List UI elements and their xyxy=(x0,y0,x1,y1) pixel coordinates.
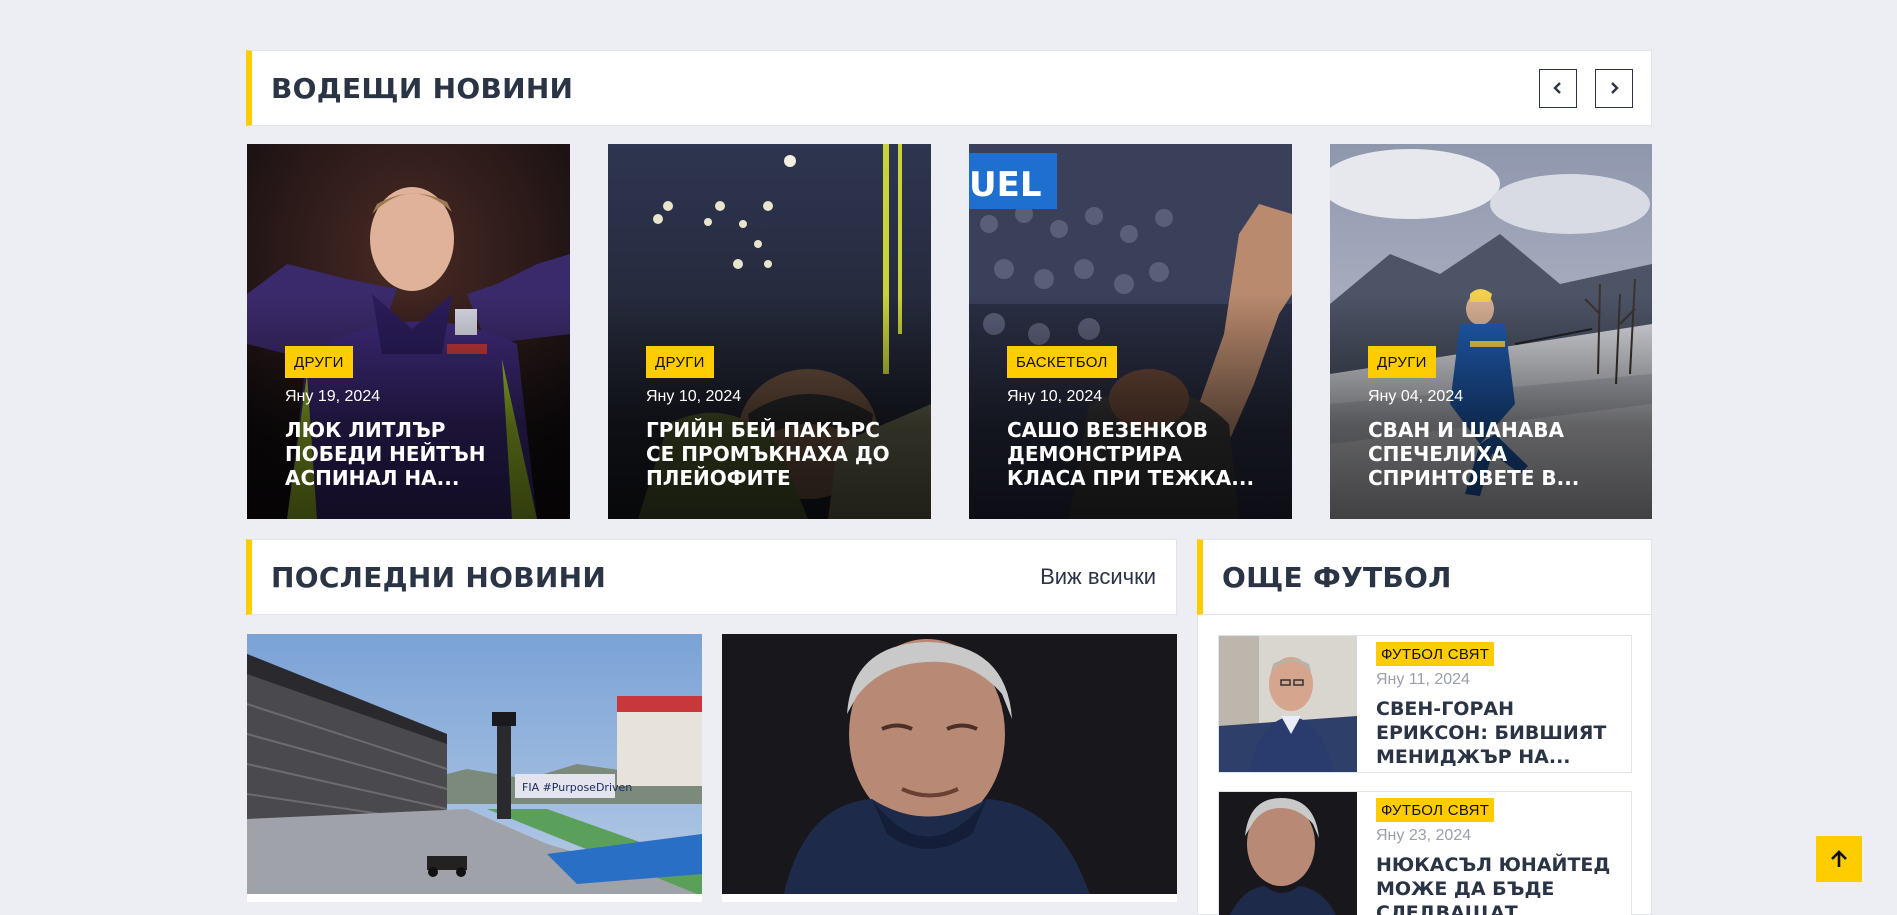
lead-card[interactable]: ДРУГИ Яну 19, 2024 ЛЮК ЛИТЛЪР ПОБЕДИ НЕЙ… xyxy=(247,144,570,519)
article-date: Яну 11, 2024 xyxy=(1376,671,1470,688)
carousel-nav xyxy=(1539,68,1633,108)
article-title[interactable]: ЛЮК ЛИТЛЪР ПОБЕДИ НЕЙТЪН АСПИНАЛ НА... xyxy=(285,418,544,490)
latest-card-body xyxy=(247,894,702,902)
article-date: Яну 10, 2024 xyxy=(646,388,742,405)
category-badge[interactable]: ФУТБОЛ СВЯТ xyxy=(1376,798,1495,822)
side-article[interactable]: ФУТБОЛ СВЯТ Яну 23, 2024 НЮКАСЪЛ ЮНАЙТЕД… xyxy=(1218,791,1632,915)
category-badge[interactable]: ФУТБОЛ СВЯТ xyxy=(1376,642,1495,666)
side-article-info: ФУТБОЛ СВЯТ Яну 11, 2024 СВЕН-ГОРАН ЕРИК… xyxy=(1376,642,1621,769)
view-all-link[interactable]: Виж всички xyxy=(1040,564,1156,590)
lead-card-meta: ДРУГИ Яну 10, 2024 ГРИЙН БЕЙ ПАКЪРС СЕ П… xyxy=(646,346,905,490)
lead-card-meta: БАСКЕТБОЛ Яну 10, 2024 САШО ВЕЗЕНКОВ ДЕМ… xyxy=(1007,346,1266,490)
lead-card[interactable]: ДРУГИ Яну 04, 2024 СВАН И ШАНАВА СПЕЧЕЛИ… xyxy=(1330,144,1652,519)
svg-text:FIA #PurposeDriven: FIA #PurposeDriven xyxy=(522,781,632,794)
category-badge[interactable]: ДРУГИ xyxy=(646,346,714,378)
latest-news-header: ПОСЛЕДНИ НОВИНИ Виж всички xyxy=(246,539,1177,615)
chevron-right-icon xyxy=(1611,82,1619,94)
latest-card-body xyxy=(722,894,1177,902)
category-badge[interactable]: ДРУГИ xyxy=(1368,346,1436,378)
carousel-prev-button[interactable] xyxy=(1539,68,1577,108)
latest-article-image[interactable] xyxy=(722,634,1177,902)
article-title[interactable]: СВАН И ШАНАВА СПЕЧЕЛИХА СПРИНТОВЕТЕ В... xyxy=(1368,418,1626,490)
back-to-top-button[interactable] xyxy=(1816,836,1862,882)
article-date: Яну 19, 2024 xyxy=(285,388,381,405)
side-article-thumb xyxy=(1219,792,1357,915)
lead-news-header: ВОДЕЩИ НОВИНИ xyxy=(246,50,1652,126)
latest-news-title: ПОСЛЕДНИ НОВИНИ xyxy=(271,560,607,594)
chevron-left-icon xyxy=(1553,82,1561,94)
more-football-title: ОЩЕ ФУТБОЛ xyxy=(1222,560,1452,594)
article-title[interactable]: ГРИЙН БЕЙ ПАКЪРС СЕ ПРОМЪКНАХА ДО ПЛЕЙОФ… xyxy=(646,418,905,490)
article-title[interactable]: СВЕН-ГОРАН ЕРИКСОН: БИВШИЯТ МЕНИДЖЪР НА.… xyxy=(1376,697,1621,769)
article-title[interactable]: НЮКАСЪЛ ЮНАЙТЕД МОЖЕ ДА БЪДЕ СЛЕДВАЩАТ..… xyxy=(1376,853,1621,915)
more-football-header: ОЩЕ ФУТБОЛ xyxy=(1197,539,1652,615)
lead-card-meta: ДРУГИ Яну 04, 2024 СВАН И ШАНАВА СПЕЧЕЛИ… xyxy=(1368,346,1626,490)
article-date: Яну 23, 2024 xyxy=(1376,827,1472,844)
lead-news-title: ВОДЕЩИ НОВИНИ xyxy=(271,71,574,105)
side-article-info: ФУТБОЛ СВЯТ Яну 23, 2024 НЮКАСЪЛ ЮНАЙТЕД… xyxy=(1376,798,1621,915)
article-date: Яну 04, 2024 xyxy=(1368,388,1464,405)
article-date: Яну 10, 2024 xyxy=(1007,388,1103,405)
arrow-up-icon xyxy=(1831,850,1847,867)
lead-card-meta: ДРУГИ Яну 19, 2024 ЛЮК ЛИТЛЪР ПОБЕДИ НЕЙ… xyxy=(285,346,544,490)
lead-card[interactable]: ДРУГИ Яну 10, 2024 ГРИЙН БЕЙ ПАКЪРС СЕ П… xyxy=(608,144,931,519)
category-badge[interactable]: ДРУГИ xyxy=(285,346,353,378)
carousel-next-button[interactable] xyxy=(1595,68,1633,108)
side-article-thumb xyxy=(1219,636,1357,772)
article-title[interactable]: САШО ВЕЗЕНКОВ ДЕМОНСТРИРА КЛАСА ПРИ ТЕЖК… xyxy=(1007,418,1266,490)
category-badge[interactable]: БАСКЕТБОЛ xyxy=(1007,346,1117,378)
lead-card[interactable]: UEL БАСКЕТБОЛ Яну 10, 2024 САШО ВЕЗЕНКОВ… xyxy=(969,144,1292,519)
latest-article-image[interactable]: FIA #PurposeDriven xyxy=(247,634,702,902)
more-football-panel: ФУТБОЛ СВЯТ Яну 11, 2024 СВЕН-ГОРАН ЕРИК… xyxy=(1197,615,1652,915)
side-article[interactable]: ФУТБОЛ СВЯТ Яну 11, 2024 СВЕН-ГОРАН ЕРИК… xyxy=(1218,635,1632,773)
